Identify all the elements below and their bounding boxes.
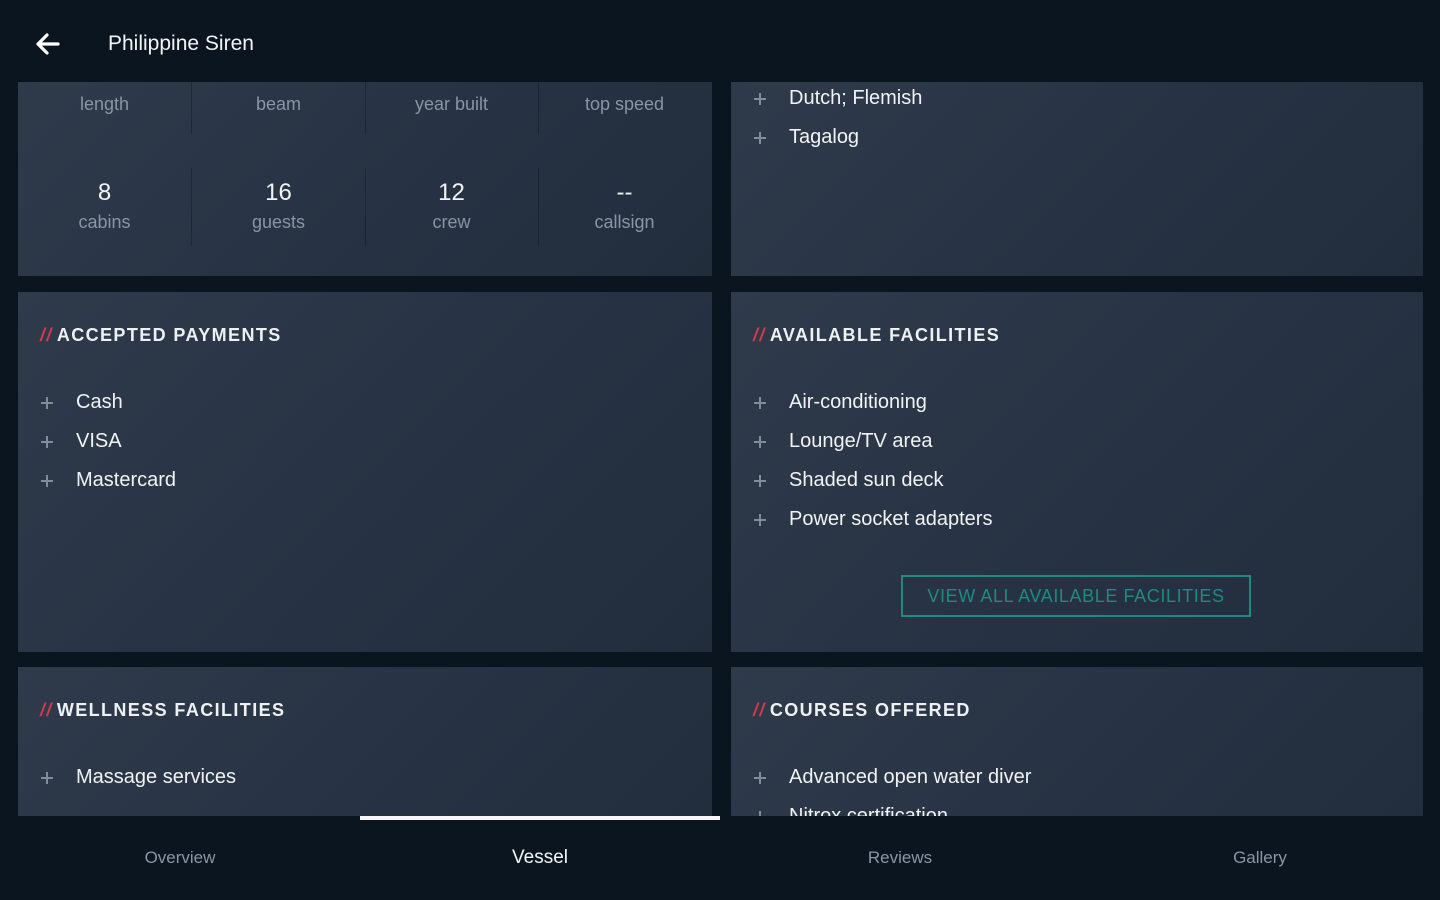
- back-arrow-icon[interactable]: [28, 24, 68, 64]
- list-item-label: Mastercard: [76, 469, 177, 491]
- plus-icon: [753, 131, 767, 145]
- list-item-label: Advanced open water diver: [789, 766, 1032, 788]
- title-mark: //: [753, 700, 766, 720]
- spec-value: 12: [438, 179, 465, 206]
- vessel-content[interactable]: 40m length 5m beam 2015 year built 10kn …: [0, 82, 1440, 816]
- list-item-label: Nitrox certification: [789, 805, 948, 816]
- plus-icon: [40, 435, 54, 449]
- spec-value: 5m: [192, 82, 365, 90]
- spec-crew: 12 crew: [365, 178, 538, 233]
- wellness-facilities-card: //WELLNESS FACILITIES Massage services: [18, 667, 712, 816]
- list-item: Massage services: [40, 758, 236, 797]
- spec-label: callsign: [594, 212, 655, 232]
- spec-label: beam: [255, 94, 302, 114]
- plus-icon: [753, 435, 767, 449]
- spec-year-built: 2015 year built: [365, 82, 538, 115]
- list-item: Cash: [40, 383, 176, 422]
- list-item-label: Massage services: [76, 766, 237, 788]
- spec-length: 40m length: [18, 82, 191, 115]
- view-all-facilities-button[interactable]: VIEW ALL AVAILABLE FACILITIES: [901, 575, 1251, 617]
- plus-icon: [40, 771, 54, 785]
- spec-value: 40m: [18, 82, 191, 90]
- spec-value: 2015: [365, 82, 538, 90]
- page-title: Philippine Siren: [108, 32, 254, 55]
- card-title: //COURSES OFFERED: [753, 700, 971, 721]
- languages-card: Dutch; Flemish Tagalog: [731, 82, 1423, 276]
- list-item-label: Power socket adapters: [789, 508, 993, 530]
- spec-label: year built: [414, 94, 489, 114]
- plus-icon: [753, 513, 767, 527]
- list-item: Dutch; Flemish: [753, 82, 922, 118]
- tab-gallery[interactable]: Gallery: [1080, 816, 1440, 900]
- accepted-payments-card: //ACCEPTED PAYMENTS Cash VISA Mastercard: [18, 292, 712, 652]
- available-facilities-card: //AVAILABLE FACILITIES Air-conditioning …: [731, 292, 1423, 652]
- spec-label: guests: [251, 212, 306, 232]
- spec-label: crew: [432, 212, 471, 232]
- title-mark: //: [753, 325, 766, 345]
- spec-label: length: [79, 94, 130, 114]
- bottom-tab-bar: Overview Vessel Reviews Gallery: [0, 816, 1440, 900]
- plus-icon: [40, 396, 54, 410]
- list-item: VISA: [40, 422, 176, 461]
- tab-overview[interactable]: Overview: [0, 816, 360, 900]
- list-item: Advanced open water diver: [753, 758, 1031, 797]
- list-item-label: Lounge/TV area: [789, 430, 933, 452]
- list-item: Power socket adapters: [753, 500, 992, 539]
- list-item-label: Shaded sun deck: [789, 469, 944, 491]
- card-title: //WELLNESS FACILITIES: [40, 700, 285, 721]
- card-title: //ACCEPTED PAYMENTS: [40, 325, 282, 346]
- title-mark: //: [40, 325, 53, 345]
- spec-top-speed: 10kn top speed: [538, 82, 711, 115]
- app-bar: Philippine Siren: [0, 0, 1440, 82]
- spec-value: 8: [97, 179, 112, 206]
- courses-list: Advanced open water diver Nitrox certifi…: [753, 758, 1031, 816]
- card-title-text: WELLNESS FACILITIES: [56, 700, 286, 720]
- spec-value: --: [616, 179, 633, 206]
- tab-reviews[interactable]: Reviews: [720, 816, 1080, 900]
- spec-label: top speed: [584, 94, 665, 114]
- spec-label: cabins: [78, 212, 131, 232]
- list-item: Tagalog: [753, 118, 922, 157]
- facilities-list: Air-conditioning Lounge/TV area Shaded s…: [753, 383, 992, 539]
- list-item: Shaded sun deck: [753, 461, 992, 500]
- spec-guests: 16 guests: [192, 178, 365, 233]
- wellness-list: Massage services: [40, 758, 236, 797]
- card-title-text: ACCEPTED PAYMENTS: [56, 325, 282, 345]
- card-title-text: COURSES OFFERED: [769, 700, 971, 720]
- list-item-label: VISA: [76, 430, 122, 452]
- list-item: Nitrox certification: [753, 797, 1031, 816]
- vessel-specs-card: 40m length 5m beam 2015 year built 10kn …: [18, 82, 712, 276]
- list-item: Lounge/TV area: [753, 422, 992, 461]
- spec-cabins: 8 cabins: [18, 178, 191, 233]
- list-item: Air-conditioning: [753, 383, 992, 422]
- card-title-text: AVAILABLE FACILITIES: [769, 325, 1001, 345]
- list-item-label: Dutch; Flemish: [789, 87, 923, 109]
- tab-vessel[interactable]: Vessel: [360, 816, 720, 900]
- courses-offered-card: //COURSES OFFERED Advanced open water di…: [731, 667, 1423, 816]
- plus-icon: [40, 474, 54, 488]
- list-item-label: Air-conditioning: [789, 391, 927, 413]
- spec-callsign: -- callsign: [538, 178, 711, 233]
- title-mark: //: [40, 700, 53, 720]
- card-title: //AVAILABLE FACILITIES: [753, 325, 1000, 346]
- plus-icon: [753, 771, 767, 785]
- spec-beam: 5m beam: [192, 82, 365, 115]
- spec-value: 10kn: [538, 82, 711, 90]
- list-item-label: Cash: [76, 391, 123, 413]
- payments-list: Cash VISA Mastercard: [40, 383, 176, 500]
- spec-value: 16: [265, 179, 292, 206]
- plus-icon: [753, 474, 767, 488]
- list-item-label: Tagalog: [789, 126, 860, 148]
- list-item: Mastercard: [40, 461, 176, 500]
- languages-list: Dutch; Flemish Tagalog: [753, 82, 922, 157]
- plus-icon: [753, 396, 767, 410]
- plus-icon: [753, 92, 767, 106]
